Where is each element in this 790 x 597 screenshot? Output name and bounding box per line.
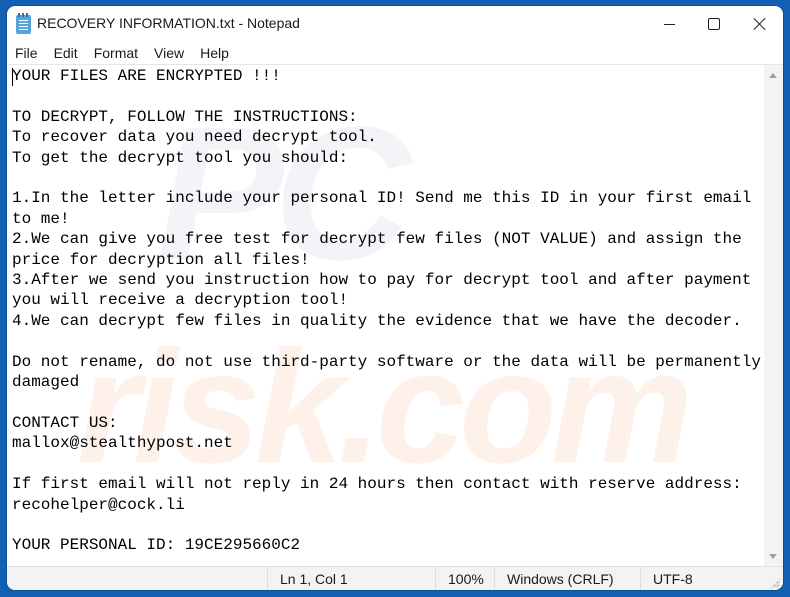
window-title: RECOVERY INFORMATION.txt - Notepad [37, 15, 300, 31]
document-text[interactable]: YOUR FILES ARE ENCRYPTED !!! TO DECRYPT,… [7, 65, 762, 556]
cursor-position: Ln 1, Col 1 [267, 567, 435, 590]
scroll-up-icon[interactable] [769, 73, 777, 78]
maximize-icon [708, 18, 720, 30]
text-editor[interactable]: PC risk.com YOUR FILES ARE ENCRYPTED !!!… [7, 64, 764, 567]
menu-file[interactable]: File [9, 45, 44, 61]
title-bar[interactable]: RECOVERY INFORMATION.txt - Notepad [7, 6, 783, 42]
menu-view[interactable]: View [148, 45, 190, 61]
maximize-button[interactable] [691, 6, 737, 42]
status-bar: Ln 1, Col 1 100% Windows (CRLF) UTF-8 [7, 566, 783, 590]
menu-edit[interactable]: Edit [48, 45, 84, 61]
line-endings: Windows (CRLF) [494, 567, 640, 590]
notepad-icon [16, 13, 31, 34]
menu-help[interactable]: Help [194, 45, 235, 61]
scroll-down-icon[interactable] [769, 554, 777, 559]
minimize-icon [663, 23, 675, 25]
close-icon [753, 17, 767, 31]
notepad-window: RECOVERY INFORMATION.txt - Notepad File … [7, 6, 783, 590]
menu-bar: File Edit Format View Help [7, 42, 783, 64]
encoding: UTF-8 [640, 567, 783, 590]
vertical-scrollbar[interactable] [764, 64, 783, 567]
zoom-level: 100% [435, 567, 494, 590]
close-button[interactable] [737, 6, 783, 42]
minimize-button[interactable] [646, 6, 692, 42]
menu-format[interactable]: Format [88, 45, 144, 61]
